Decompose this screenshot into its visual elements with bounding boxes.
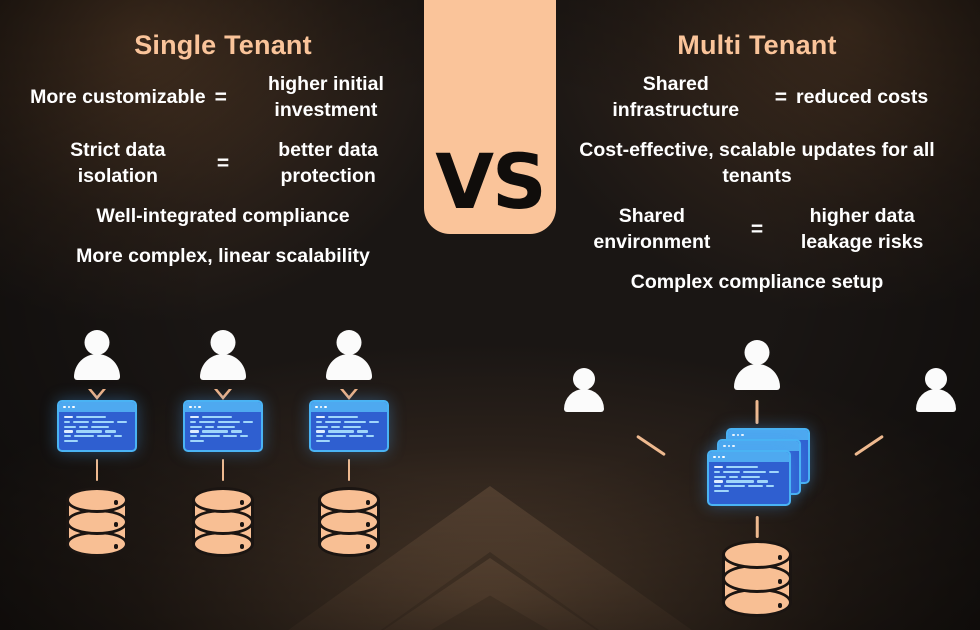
connector-dash	[636, 434, 666, 457]
person-head	[84, 330, 110, 355]
chevron-down-icon	[214, 389, 232, 400]
point-row: Cost-effective, scalable updates for all…	[579, 138, 935, 187]
multi-tenant-title: Multi Tenant	[677, 30, 837, 60]
window-titlebar	[311, 402, 387, 412]
person-icon	[326, 330, 372, 380]
person-body	[734, 364, 780, 390]
window-code-body	[185, 412, 261, 446]
database-dot	[113, 544, 118, 549]
connector-line	[95, 459, 99, 481]
tenant-unit	[57, 330, 137, 559]
database-dot	[365, 544, 370, 549]
point-left-text: Shared infrastructure	[612, 73, 740, 121]
database-dot	[113, 500, 118, 505]
person-head	[210, 330, 236, 355]
single-tenant-column: Single Tenant More customizable = higher…	[8, 0, 438, 630]
window-titlebar	[709, 452, 789, 462]
database-dot	[365, 522, 370, 527]
database-dot	[239, 544, 244, 549]
stacked-code-windows-icon	[704, 428, 810, 514]
person-head	[925, 368, 947, 390]
database-icon	[318, 487, 380, 559]
code-window-icon	[707, 450, 791, 506]
person-icon	[734, 340, 780, 390]
database-dot	[365, 500, 370, 505]
database-dot	[113, 522, 118, 527]
database-icon	[722, 540, 792, 620]
multi-tenant-column: Multi Tenant Shared infrastructure = red…	[542, 0, 972, 630]
point-left-text: Shared environment	[593, 204, 711, 253]
equals-sign: =	[774, 85, 788, 109]
point-row: More complex, linear scalability	[76, 244, 370, 267]
person-body	[74, 354, 120, 380]
database-dot	[777, 603, 782, 608]
person-icon	[564, 368, 604, 412]
single-tenant-title: Single Tenant	[134, 30, 312, 60]
database-dot	[239, 522, 244, 527]
connector-line	[755, 516, 759, 538]
database-disc	[722, 540, 792, 569]
person-head	[336, 330, 362, 355]
point-row: Well-integrated compliance	[96, 204, 350, 227]
point-row: Shared infrastructure = reduced costs	[542, 72, 972, 124]
chevron-down-icon	[340, 389, 358, 400]
code-window-icon	[183, 400, 263, 452]
point-right-text: better data protection	[278, 138, 378, 187]
point-right-text: higher data leakage risks	[800, 204, 924, 253]
point-row: More customizable = higher initial inves…	[8, 72, 438, 124]
tenant-unit	[183, 330, 263, 559]
window-code-body	[311, 412, 387, 446]
connector-line	[221, 459, 225, 481]
point-left-text: Strict data isolation	[70, 138, 166, 187]
infographic-canvas: Single Tenant More customizable = higher…	[0, 0, 980, 630]
database-icon	[192, 487, 254, 559]
multi-tenant-diagram	[542, 340, 972, 630]
database-dot	[777, 579, 782, 584]
person-head	[573, 368, 595, 390]
database-icon	[66, 487, 128, 559]
window-code-body	[59, 412, 135, 446]
window-code-body	[709, 462, 789, 496]
single-tenant-points: More customizable = higher initial inves…	[8, 72, 438, 284]
single-tenant-diagram	[8, 330, 438, 610]
person-body	[916, 389, 956, 412]
point-row: Strict data isolation = better data prot…	[8, 138, 438, 190]
point-right-text: reduced costs	[796, 85, 929, 108]
window-titlebar	[59, 402, 135, 412]
database-disc	[318, 487, 380, 513]
person-icon	[916, 368, 956, 412]
person-head	[744, 340, 770, 365]
person-icon	[200, 330, 246, 380]
tenant-unit	[309, 330, 389, 559]
point-right-text: higher initial investment	[267, 73, 384, 121]
person-body	[564, 389, 604, 412]
database-dot	[777, 555, 782, 560]
vs-label: VS	[435, 137, 547, 226]
code-window-icon	[57, 400, 137, 452]
equals-sign: =	[214, 85, 227, 109]
connector-dash	[755, 400, 759, 424]
point-row: Complex compliance setup	[630, 270, 884, 293]
person-body	[200, 354, 246, 380]
multi-tenant-points: Shared infrastructure = reduced costs Co…	[542, 72, 972, 309]
connector-line	[347, 459, 351, 481]
connector-dash	[854, 434, 884, 457]
window-titlebar	[185, 402, 261, 412]
vs-badge: VS	[424, 0, 556, 234]
chevron-down-icon	[88, 389, 106, 400]
database-disc	[192, 487, 254, 513]
person-icon	[74, 330, 120, 380]
code-window-icon	[309, 400, 389, 452]
point-left-text: More customizable	[30, 85, 206, 108]
person-body	[326, 354, 372, 380]
equals-sign: =	[750, 217, 764, 241]
equals-sign: =	[216, 151, 230, 175]
database-dot	[239, 500, 244, 505]
database-disc	[66, 487, 128, 513]
point-row: Shared environment = higher data leakage…	[542, 204, 972, 256]
